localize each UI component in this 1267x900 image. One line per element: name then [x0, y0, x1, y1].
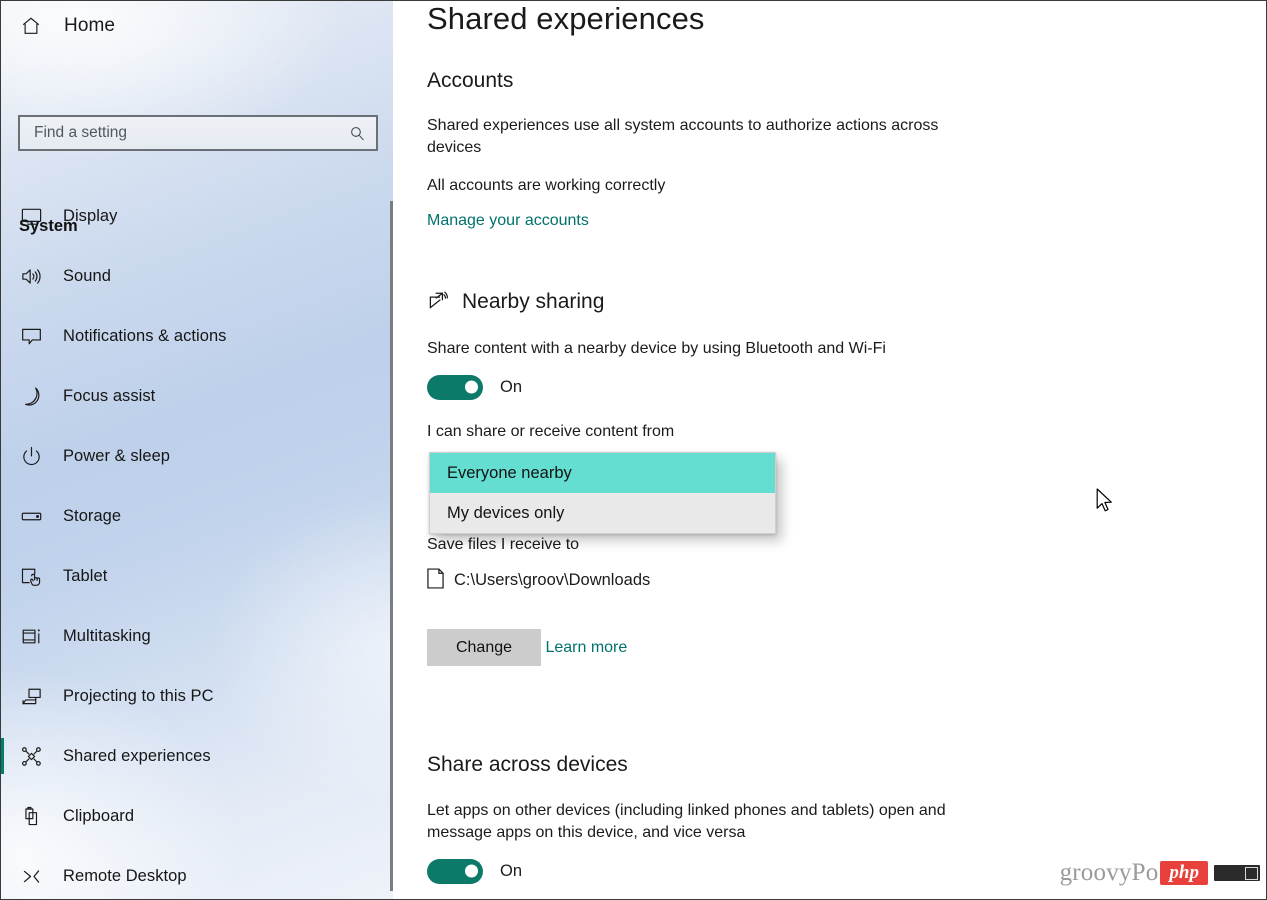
sidebar-item-label: Display: [63, 206, 118, 225]
accounts-heading: Accounts: [427, 69, 514, 92]
share-across-devices-toggle-row: On: [427, 858, 1067, 884]
chat-bubble-icon: [20, 325, 50, 348]
watermark: groovyPo php: [1060, 859, 1260, 887]
sidebar-item-label: Focus assist: [63, 386, 156, 405]
sidebar-item-multitasking[interactable]: Multitasking: [1, 606, 393, 666]
sidebar-item-projecting-to-this-pc[interactable]: Projecting to this PC: [1, 666, 393, 726]
power-icon: [20, 445, 50, 468]
file-icon: [427, 568, 444, 594]
sidebar-item-storage[interactable]: Storage: [1, 486, 393, 546]
nearby-sharing-toggle[interactable]: [427, 374, 483, 400]
sidebar-item-label: Storage: [63, 506, 122, 525]
toggle-knob: [465, 864, 478, 878]
sidebar-item-label: Tablet: [63, 566, 108, 585]
nearby-sharing-header: Nearby sharing: [427, 287, 1067, 317]
accounts-description: Shared experiences use all system accoun…: [427, 117, 939, 156]
sidebar-item-label: Remote Desktop: [63, 866, 187, 885]
speaker-icon: [20, 265, 50, 288]
share-across-devices-toggle[interactable]: [427, 858, 483, 884]
nearby-sharing-heading: Nearby sharing: [462, 290, 605, 313]
page-title: Shared experiences: [427, 1, 705, 36]
save-to-label: Save files I receive to: [427, 536, 580, 553]
main-content: Shared experiences Accounts Shared exper…: [393, 1, 1266, 899]
sidebar-item-notifications-actions[interactable]: Notifications & actions: [1, 306, 393, 366]
learn-more-link[interactable]: Learn more: [545, 639, 627, 657]
change-button[interactable]: Change: [427, 629, 541, 667]
mouse-cursor: [1096, 488, 1116, 521]
remote-desktop-icon: [20, 865, 50, 888]
toggle-knob: [465, 380, 478, 394]
settings-window: Home System DisplaySoundNotifications & …: [0, 0, 1267, 900]
watermark-text: groovyPo: [1059, 859, 1159, 886]
nearby-sharing-toggle-row: On: [427, 374, 1067, 400]
nearby-sharing-toggle-state: On: [500, 377, 523, 396]
sidebar-item-label: Power & sleep: [63, 446, 171, 465]
dropdown-option-my-devices-only[interactable]: My devices only: [430, 493, 775, 533]
share-across-devices-description: Let apps on other devices (including lin…: [427, 802, 946, 841]
sidebar-item-shared-experiences[interactable]: Shared experiences: [1, 726, 393, 786]
sidebar: Home System DisplaySoundNotifications & …: [1, 1, 393, 899]
drive-icon: [20, 505, 50, 528]
share-arrow-icon: [427, 287, 452, 317]
save-path-row: C:\Users\groov\Downloads: [427, 568, 1067, 594]
sidebar-item-clipboard[interactable]: Clipboard: [1, 786, 393, 846]
moon-icon: [20, 385, 50, 408]
sidebar-item-label: Projecting to this PC: [63, 686, 214, 705]
watermark-php-badge: php: [1160, 860, 1208, 886]
nearby-sharing-section: Nearby sharing Share content with a near…: [427, 287, 1067, 443]
monitor-icon: [20, 205, 50, 228]
projecting-icon: [20, 685, 50, 708]
accounts-section: Accounts Shared experiences use all syst…: [427, 69, 1047, 230]
multitasking-icon: [20, 625, 50, 648]
share-across-devices-heading: Share across devices: [427, 753, 628, 776]
sidebar-item-focus-assist[interactable]: Focus assist: [1, 366, 393, 426]
tablet-touch-icon: [20, 565, 50, 588]
sidebar-home[interactable]: Home: [1, 1, 393, 51]
sidebar-item-label: Shared experiences: [63, 746, 211, 765]
sidebar-scrollbar-thumb[interactable]: [390, 201, 393, 891]
search-input[interactable]: [20, 124, 338, 142]
clipboard-icon: [20, 805, 50, 828]
home-icon: [20, 15, 50, 37]
sidebar-item-tablet[interactable]: Tablet: [1, 546, 393, 606]
sidebar-item-label: Clipboard: [63, 806, 135, 825]
sidebar-nav-list: Display Sound Notifications & actions Focus…: [1, 186, 393, 899]
sidebar-item-label: Sound: [63, 266, 111, 285]
search-icon[interactable]: [338, 117, 376, 149]
sidebar-item-remote-desktop[interactable]: Remote Desktop: [1, 846, 393, 899]
sidebar-item-label: Multitasking: [63, 626, 151, 645]
search-box[interactable]: [18, 115, 378, 151]
watermark-dark-badge: [1214, 865, 1260, 881]
share-across-devices-section: Share across devices Let apps on other d…: [427, 753, 1067, 884]
manage-accounts-link[interactable]: Manage your accounts: [427, 212, 589, 230]
dropdown-option-everyone-nearby[interactable]: Everyone nearby: [430, 453, 775, 493]
sidebar-item-label: Notifications & actions: [63, 326, 227, 345]
share-from-label: I can share or receive content from: [427, 422, 675, 440]
accounts-status: All accounts are working correctly: [427, 176, 666, 194]
share-across-devices-toggle-state: On: [500, 861, 523, 880]
share-from-dropdown[interactable]: Everyone nearby My devices only: [429, 452, 776, 534]
save-files-section: Save files I receive to C:\Users\groov\D…: [427, 534, 1067, 667]
share-nodes-icon: [20, 745, 50, 768]
sidebar-item-sound[interactable]: Sound: [1, 246, 393, 306]
sidebar-item-power-sleep[interactable]: Power & sleep: [1, 426, 393, 486]
save-path-text: C:\Users\groov\Downloads: [454, 571, 651, 590]
nearby-sharing-description: Share content with a nearby device by us…: [427, 340, 886, 357]
sidebar-home-label: Home: [64, 15, 116, 36]
sidebar-item-display[interactable]: Display: [1, 186, 393, 246]
